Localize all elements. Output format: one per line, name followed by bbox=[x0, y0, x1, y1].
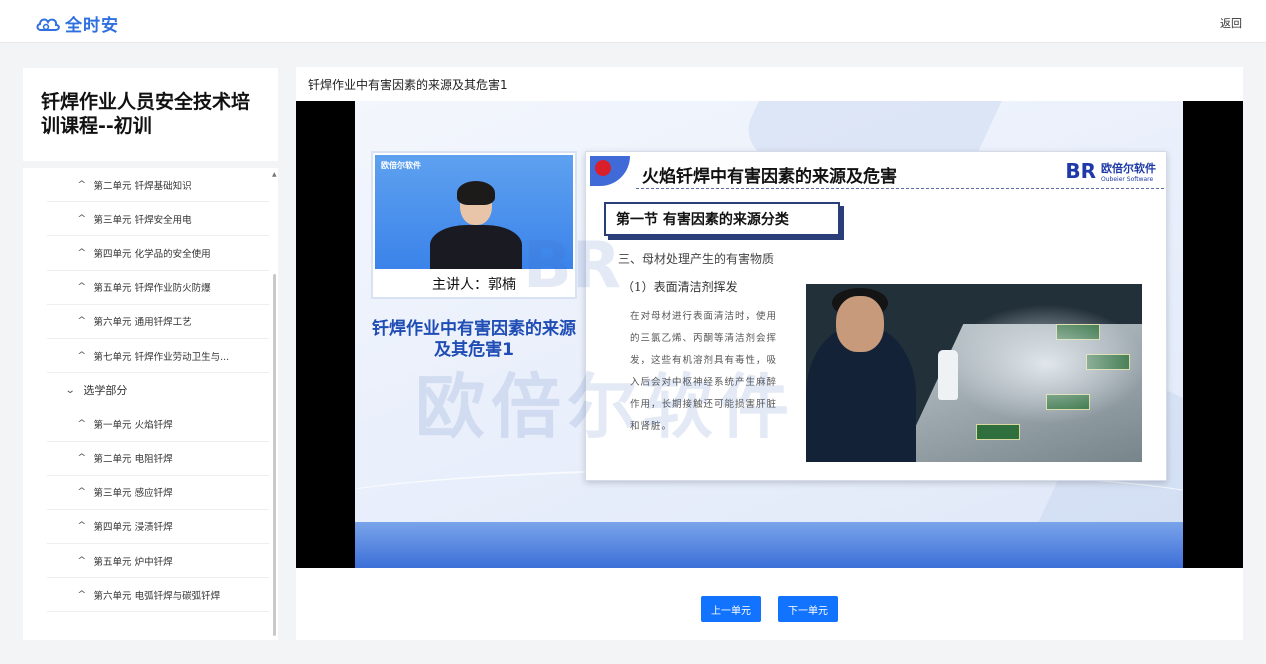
chevron-up-icon: ^ bbox=[77, 350, 87, 361]
chevron-up-icon: ^ bbox=[77, 487, 87, 498]
unit-item[interactable]: ^ 第七单元 钎焊作业劳动卫生与... bbox=[47, 339, 269, 374]
video-player[interactable]: 欧倍尔软件 主讲人：郭楠 钎焊作业中有害因素的来源及其危害1 火焰钎焊中有害因素… bbox=[296, 101, 1243, 568]
unit-item[interactable]: ^ 第一单元 火焰钎焊 bbox=[47, 407, 269, 442]
slide-subsubheading: （1）表面清洁剂挥发 bbox=[622, 280, 738, 294]
photo-circuit-board bbox=[976, 424, 1020, 440]
scroll-up-arrow-icon[interactable]: ▲ bbox=[272, 171, 277, 178]
unit-list-inner: ^ 第二单元 钎焊基础知识 ^ 第三单元 钎焊安全用电 ^ 第四单元 化学品的安全使用 ^ 第… bbox=[47, 168, 269, 613]
unit-item[interactable]: ^ 第三单元 钎焊安全用电 bbox=[47, 202, 269, 237]
photo-bottle bbox=[938, 350, 958, 400]
unit-item[interactable]: ^ 第五单元 炉中钎焊 bbox=[47, 544, 269, 579]
unit-item[interactable]: ^ 第四单元 化学品的安全使用 bbox=[47, 236, 269, 271]
obr-logo-mark: BR bbox=[1065, 159, 1096, 183]
section-group[interactable]: ⌄ 选学部分 bbox=[47, 373, 269, 407]
unit-label: 第三单元 钎焊安全用电 bbox=[93, 214, 192, 226]
unit-label: 第二单元 电阻钎焊 bbox=[93, 454, 173, 466]
unit-label: 第七单元 钎焊作业劳动卫生与... bbox=[93, 351, 230, 363]
chevron-up-icon: ^ bbox=[77, 589, 87, 600]
lesson-panel: 钎焊作业中有害因素的来源及其危害1 欧倍尔软件 主讲人：郭楠 钎焊作业中有害因素… bbox=[296, 67, 1243, 640]
unit-label: 第一单元 火焰钎焊 bbox=[93, 419, 173, 431]
slide-bottom-band bbox=[355, 522, 1183, 568]
course-title: 钎焊作业人员安全技术培训课程--初训 bbox=[41, 91, 251, 137]
slide-heading: 火焰钎焊中有害因素的来源及危害 bbox=[642, 167, 897, 187]
unit-item[interactable]: ^ 第二单元 电阻钎焊 bbox=[47, 442, 269, 476]
chevron-up-icon: ^ bbox=[77, 453, 87, 464]
unit-label: 第三单元 感应钎焊 bbox=[93, 488, 173, 500]
unit-label: 选学部分 bbox=[83, 384, 128, 398]
course-title-card: 钎焊作业人员安全技术培训课程--初训 bbox=[23, 68, 278, 161]
brand-logo[interactable]: 全时安 bbox=[35, 11, 119, 36]
chevron-up-icon: ^ bbox=[77, 418, 87, 429]
unit-label: 第二单元 钎焊基础知识 bbox=[93, 180, 192, 192]
obr-logo-sub: Oubeier Software bbox=[1101, 175, 1154, 183]
chevron-up-icon: ^ bbox=[77, 247, 87, 258]
top-bar: 全时安 返回 bbox=[0, 0, 1266, 43]
section-title-box: 第一节 有害因素的来源分类 bbox=[604, 202, 840, 236]
chevron-down-icon: ⌄ bbox=[64, 384, 76, 396]
unit-item[interactable]: ^ 第六单元 电弧钎焊与碳弧钎焊 bbox=[47, 578, 269, 613]
obr-logo-name: 欧倍尔软件 bbox=[1101, 161, 1156, 175]
chevron-up-icon: ^ bbox=[77, 179, 87, 190]
chevron-up-icon: ^ bbox=[77, 521, 87, 532]
unit-label: 第四单元 浸渍钎焊 bbox=[93, 522, 173, 534]
unit-item[interactable]: ^ 第六单元 通用钎焊工艺 bbox=[47, 305, 269, 339]
teacher-figure bbox=[430, 225, 522, 269]
heading-divider bbox=[636, 188, 1164, 189]
teacher-figure-hair bbox=[457, 181, 495, 205]
previous-unit-button[interactable]: 上一单元 bbox=[701, 596, 761, 622]
teacher-video-logo: 欧倍尔软件 bbox=[381, 161, 421, 170]
slide-subheading: 三、母材处理产生的有害物质 bbox=[618, 252, 775, 266]
next-unit-button[interactable]: 下一单元 bbox=[778, 596, 838, 622]
unit-label: 第六单元 电弧钎焊与碳弧钎焊 bbox=[93, 590, 221, 602]
unit-item[interactable]: ^ 第五单元 钎焊作业防火防爆 bbox=[47, 271, 269, 305]
chevron-up-icon: ^ bbox=[77, 213, 87, 224]
soldering-worker-photo bbox=[806, 284, 1142, 462]
unit-label: 第四单元 化学品的安全使用 bbox=[93, 248, 211, 260]
back-link[interactable]: 返回 bbox=[1220, 15, 1242, 31]
unit-item[interactable]: ^ 第二单元 钎焊基础知识 bbox=[47, 168, 269, 203]
chevron-up-icon: ^ bbox=[77, 555, 87, 566]
lesson-title: 钎焊作业中有害因素的来源及其危害1 bbox=[308, 78, 508, 92]
unit-list-scrollbar[interactable]: ▲ bbox=[272, 168, 277, 640]
watermark-logo-mark: BR bbox=[523, 229, 622, 303]
unit-label: 第五单元 炉中钎焊 bbox=[93, 556, 173, 568]
chevron-up-icon: ^ bbox=[77, 282, 87, 293]
unit-item[interactable]: ^ 第三单元 感应钎焊 bbox=[47, 476, 269, 510]
chevron-up-icon: ^ bbox=[77, 316, 87, 327]
obr-logo: BR 欧倍尔软件 Oubeier Software bbox=[1065, 159, 1156, 183]
unit-label: 第五单元 钎焊作业防火防爆 bbox=[93, 283, 211, 295]
watermark-text: 欧倍尔软件 bbox=[415, 366, 795, 448]
brand-name: 全时安 bbox=[65, 16, 119, 36]
photo-smoke bbox=[946, 304, 1142, 424]
unit-list: ^ 第二单元 钎焊基础知识 ^ 第三单元 钎焊安全用电 ^ 第四单元 化学品的安全使用 ^ 第… bbox=[23, 168, 278, 640]
cloud-logo-icon bbox=[35, 14, 61, 34]
scroll-thumb[interactable] bbox=[273, 274, 276, 636]
photo-worker-head bbox=[836, 296, 884, 352]
unit-item[interactable]: ^ 第四单元 浸渍钎焊 bbox=[47, 510, 269, 545]
unit-label: 第六单元 通用钎焊工艺 bbox=[93, 317, 192, 329]
panel-red-dot bbox=[595, 160, 611, 176]
lecture-slide: 欧倍尔软件 主讲人：郭楠 钎焊作业中有害因素的来源及其危害1 火焰钎焊中有害因素… bbox=[355, 101, 1183, 568]
